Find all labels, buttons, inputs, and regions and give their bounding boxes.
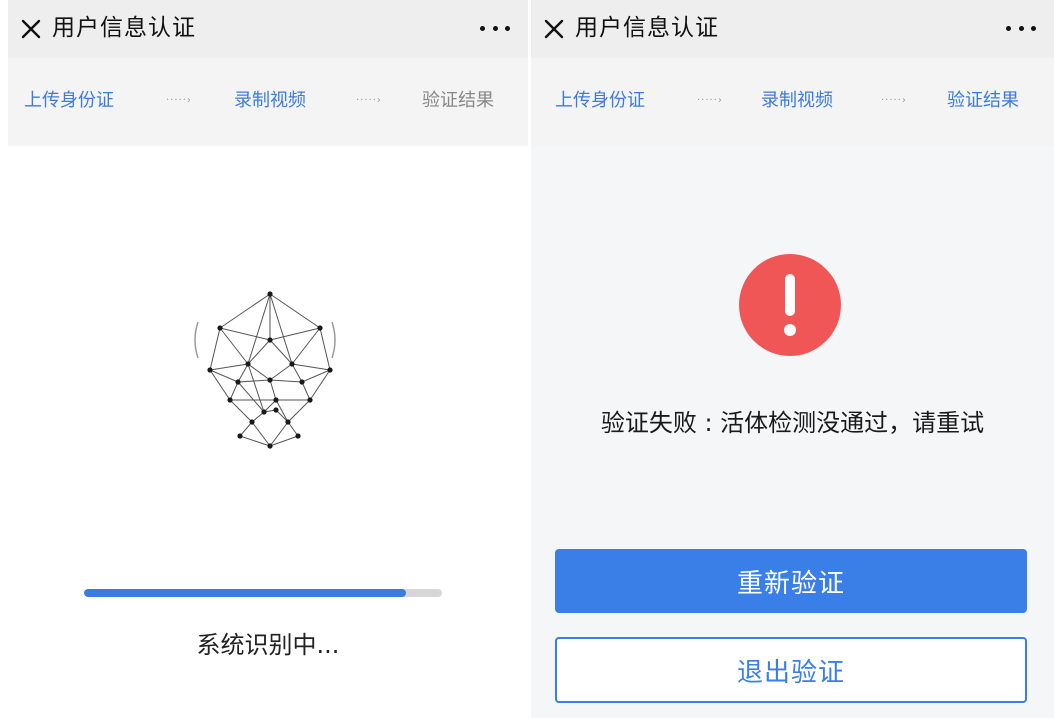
mesh-line	[209, 327, 221, 371]
mesh-line	[247, 363, 271, 381]
mesh-node	[267, 443, 273, 449]
more-dots-icon	[480, 25, 485, 31]
mesh-line	[229, 381, 239, 401]
step-indicator: 上传身份证 ·····› 录制视频 ·····› 验证结果	[8, 58, 528, 146]
mesh-line	[269, 293, 321, 329]
mesh-line	[247, 363, 265, 413]
title-bar: 用户信息认证	[531, 0, 1054, 58]
scan-bracket-right	[331, 321, 336, 359]
mesh-node	[267, 377, 273, 383]
screen-result-failed: 用户信息认证 上传身份证 ·····› 录制视频 ·····› 验证结果 验证失…	[531, 0, 1054, 718]
mesh-node	[289, 361, 295, 367]
more-dots-icon	[1006, 25, 1011, 31]
mesh-node	[237, 433, 243, 439]
step-arrow: ·····›	[697, 95, 723, 106]
result-message: 验证失败 : 活体检测没通过，请重试	[600, 409, 985, 437]
mesh-line	[247, 293, 271, 365]
more-dot	[492, 25, 498, 31]
mesh-node	[267, 291, 273, 297]
mesh-node	[295, 433, 301, 439]
mesh-line	[237, 381, 265, 413]
mesh-line	[269, 363, 293, 381]
mesh-node	[327, 367, 333, 373]
mesh-line	[219, 293, 271, 329]
mesh-line	[269, 379, 303, 383]
mesh-line	[251, 421, 271, 447]
exclamation-dot	[784, 324, 796, 336]
screen-recognizing: 用户信息认证 上传身份证 ·····› 录制视频 ·····› 验证结果 系统识…	[8, 0, 528, 718]
mesh-line	[319, 327, 331, 371]
face-scan-icon	[180, 282, 350, 462]
mesh-line	[237, 363, 249, 383]
close-button[interactable]	[539, 14, 569, 44]
step-upload-id: 上传身份证	[555, 90, 645, 111]
scan-bracket-left	[194, 321, 199, 359]
mesh-node	[273, 397, 279, 403]
mesh-line	[269, 379, 277, 401]
step-result: 验证结果	[422, 90, 494, 111]
step-arrow: ·····›	[356, 95, 382, 106]
mesh-node	[261, 409, 267, 415]
mesh-node	[285, 419, 291, 425]
more-button[interactable]	[1006, 20, 1036, 36]
mesh-node	[249, 419, 255, 425]
mesh-node	[245, 361, 251, 367]
title-bar: 用户信息认证	[8, 0, 528, 58]
mesh-line	[209, 363, 249, 371]
mesh-node	[267, 337, 273, 343]
close-icon	[21, 19, 41, 39]
exclamation-bar	[785, 274, 795, 316]
more-dot	[1031, 25, 1036, 31]
step-record-video: 录制视频	[234, 90, 306, 111]
mesh-node	[317, 325, 323, 331]
mesh-lines	[209, 293, 331, 447]
mesh-line	[239, 421, 253, 437]
retry-verification-button[interactable]: 重新验证	[555, 549, 1027, 613]
mesh-line	[291, 363, 303, 383]
mesh-line	[287, 399, 311, 423]
mesh-line	[301, 381, 311, 401]
mesh-node	[273, 407, 279, 413]
close-icon	[544, 19, 564, 39]
face-mesh	[194, 291, 336, 449]
mesh-line	[269, 293, 293, 365]
step-upload-id: 上传身份证	[24, 90, 114, 111]
step-record-video: 录制视频	[761, 90, 833, 111]
exit-verification-button[interactable]: 退出验证	[555, 637, 1027, 703]
mesh-line	[239, 435, 271, 447]
page-title: 用户信息认证	[52, 15, 196, 41]
mesh-line	[229, 399, 253, 423]
mesh-node	[307, 397, 313, 403]
progress-fill	[84, 589, 407, 597]
step-arrow: ·····›	[881, 95, 907, 106]
status-text: 系统识别中...	[196, 631, 340, 659]
recognition-progress-bar	[84, 589, 442, 597]
more-dot	[505, 25, 510, 31]
more-dot	[1018, 25, 1024, 31]
mesh-node	[227, 397, 233, 403]
page-title: 用户信息认证	[575, 15, 719, 41]
exclamation-alert-icon	[739, 254, 841, 356]
step-result: 验证结果	[947, 90, 1019, 111]
more-button[interactable]	[480, 20, 510, 36]
mesh-node	[235, 379, 241, 385]
close-button[interactable]	[16, 14, 46, 44]
mesh-node	[207, 367, 213, 373]
step-arrow: ·····›	[166, 95, 192, 106]
mesh-line	[291, 363, 331, 371]
step-indicator: 上传身份证 ·····› 录制视频 ·····› 验证结果	[531, 58, 1054, 146]
mesh-node	[299, 379, 305, 385]
mesh-node	[217, 325, 223, 331]
